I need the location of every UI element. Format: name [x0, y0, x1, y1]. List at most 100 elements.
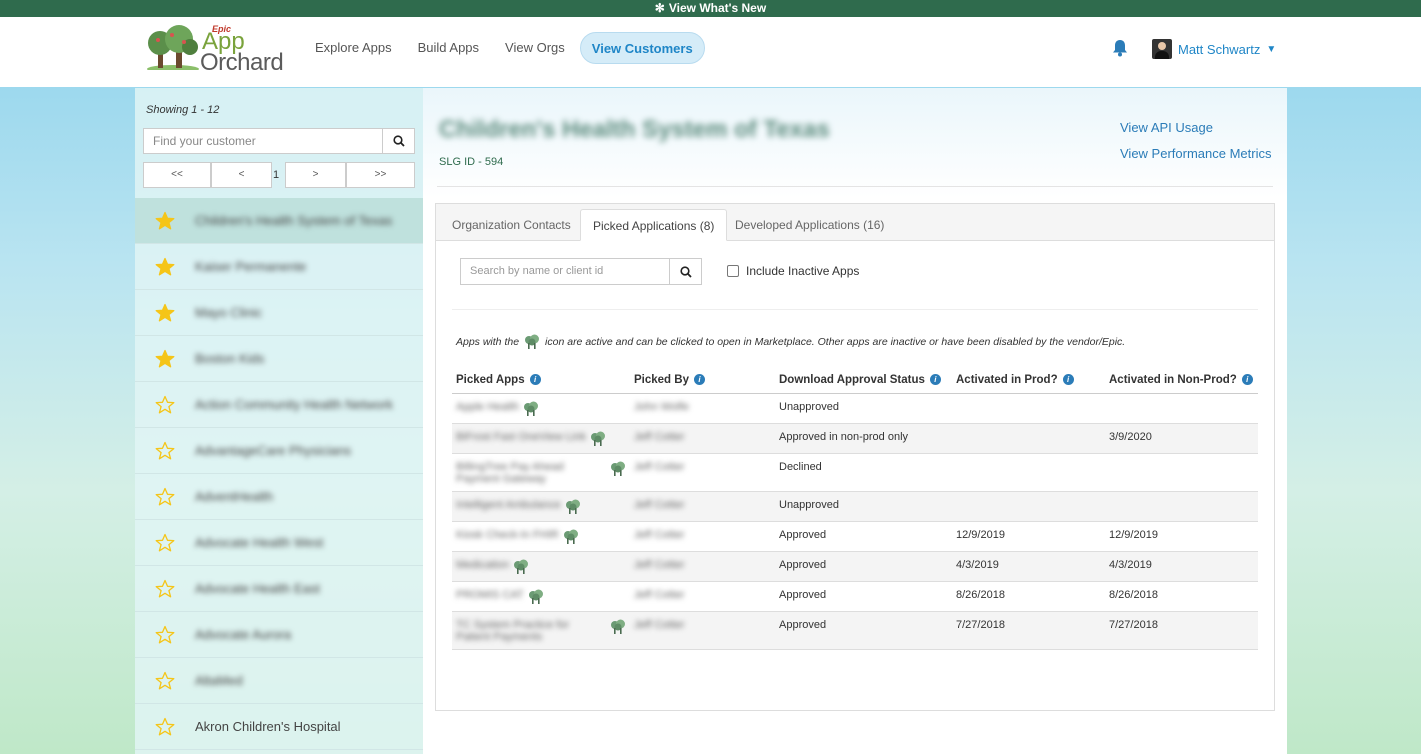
app-name[interactable]: BillingTree Pay Ahead Payment Gateway	[456, 461, 606, 485]
activated-prod-cell	[952, 423, 1105, 454]
picked-app-cell[interactable]: Medication	[452, 551, 630, 582]
active-tree-icon[interactable]	[523, 401, 539, 417]
nav-build-apps[interactable]: Build Apps	[407, 32, 490, 64]
app-name[interactable]: Apple Health	[456, 401, 519, 413]
star-outline-icon[interactable]	[155, 395, 175, 415]
column-picked-by[interactable]: Picked By i	[630, 367, 775, 394]
approval-status-cell: Unapproved	[775, 491, 952, 522]
app-search-input[interactable]: Search by name or client id	[460, 258, 670, 285]
picked-app-cell[interactable]: Kiosk Check-In FHIR	[452, 521, 630, 552]
divider	[452, 309, 1258, 310]
star-outline-icon[interactable]	[155, 579, 175, 599]
app-name[interactable]: Medication	[456, 559, 509, 571]
active-tree-icon[interactable]	[565, 499, 581, 515]
star-filled-icon[interactable]	[155, 257, 175, 277]
star-filled-icon[interactable]	[155, 211, 175, 231]
app-search-button[interactable]	[670, 258, 702, 285]
info-icon[interactable]: i	[1241, 374, 1253, 386]
app-name[interactable]: BiFrost Fast OneView Link	[456, 431, 586, 443]
picked-by-name: Jeff Cotter	[634, 558, 685, 571]
customer-list-item[interactable]: Advocate Health West	[135, 520, 423, 566]
customer-list-item[interactable]: Kaiser Permanente	[135, 244, 423, 290]
view-performance-metrics-link[interactable]: View Performance Metrics	[1120, 146, 1271, 161]
user-menu[interactable]: Matt Schwartz ▼	[1152, 39, 1276, 59]
nav-explore-apps[interactable]: Explore Apps	[304, 32, 403, 64]
info-icon[interactable]: i	[529, 374, 541, 386]
next-page-button[interactable]: >	[285, 162, 346, 188]
star-outline-icon[interactable]	[155, 441, 175, 461]
picked-app-cell[interactable]: BiFrost Fast OneView Link	[452, 423, 630, 454]
app-orchard-logo[interactable]: Epic App Orchard	[146, 23, 286, 75]
first-page-button[interactable]: <<	[143, 162, 211, 188]
picked-app-cell[interactable]: PROMIS CAT	[452, 581, 630, 612]
customer-list-item[interactable]: Advocate Aurora	[135, 612, 423, 658]
customer-name: Advocate Health West	[195, 535, 324, 550]
customer-list-item[interactable]: Boston Kids	[135, 336, 423, 382]
customer-list-item[interactable]: Mayo Clinic	[135, 290, 423, 336]
active-tree-icon[interactable]	[513, 559, 529, 575]
star-outline-icon[interactable]	[155, 487, 175, 507]
customer-list-item[interactable]: Akron Children's Hospital	[135, 704, 423, 750]
customer-list-item[interactable]: Children's Health System of Texas	[135, 198, 423, 244]
star-outline-icon[interactable]	[155, 671, 175, 691]
info-icon[interactable]: i	[1062, 374, 1074, 386]
column-download-approval-status[interactable]: Download Approval Status i	[775, 367, 952, 394]
tab-picked-applications[interactable]: Picked Applications (8)	[580, 209, 728, 241]
customer-list-item[interactable]: AdventHealth	[135, 474, 423, 520]
include-inactive-checkbox[interactable]: Include Inactive Apps	[727, 264, 859, 278]
star-outline-icon[interactable]	[155, 717, 175, 737]
active-tree-icon[interactable]	[590, 431, 606, 447]
active-tree-icon[interactable]	[563, 529, 579, 545]
tab-bar: Organization Contacts Picked Application…	[436, 204, 1274, 241]
picked-by-cell: Jeff Cotter	[630, 611, 775, 650]
prev-page-button[interactable]: <	[211, 162, 272, 188]
picked-app-cell[interactable]: TC System Practice for Patient Payments	[452, 611, 630, 650]
whats-new-banner[interactable]: ✻ View What's New	[0, 0, 1421, 17]
tab-developed-applications[interactable]: Developed Applications (16)	[723, 209, 896, 241]
nav-view-customers[interactable]: View Customers	[579, 32, 705, 64]
activated-nonprod-cell: 12/9/2019	[1105, 521, 1258, 552]
table-header-row: Picked Apps i Picked By i Download Approva…	[452, 367, 1258, 394]
info-icon[interactable]: i	[693, 374, 705, 386]
star-outline-icon[interactable]	[155, 533, 175, 553]
checkbox[interactable]	[727, 265, 739, 277]
customer-list-item[interactable]: Action Community Health Network	[135, 382, 423, 428]
customer-list-item[interactable]: Advocate Health East	[135, 566, 423, 612]
customer-search-input[interactable]: Find your customer	[143, 128, 383, 154]
column-activated-nonprod[interactable]: Activated in Non-Prod? i	[1105, 367, 1258, 394]
customer-name: Advocate Health East	[195, 581, 321, 596]
app-name[interactable]: Intelligent Ambulance	[456, 499, 561, 511]
star-filled-icon[interactable]	[155, 349, 175, 369]
notification-bell-icon[interactable]	[1112, 39, 1128, 60]
customer-name: Action Community Health Network	[195, 397, 393, 412]
picked-app-cell[interactable]: Apple Health	[452, 393, 630, 424]
picked-by-cell: Jeff Cotter	[630, 491, 775, 522]
customer-list-item[interactable]: AdvantageCare Physicians	[135, 428, 423, 474]
app-name[interactable]: PROMIS CAT	[456, 589, 524, 601]
star-outline-icon[interactable]	[155, 625, 175, 645]
app-name[interactable]: TC System Practice for Patient Payments	[456, 619, 606, 643]
nav-view-orgs[interactable]: View Orgs	[494, 32, 576, 64]
activated-nonprod-cell	[1105, 453, 1258, 492]
column-picked-apps[interactable]: Picked Apps i	[452, 367, 630, 394]
picked-by-name: Jeff Cotter	[634, 588, 685, 601]
picked-app-cell[interactable]: Intelligent Ambulance	[452, 491, 630, 522]
picked-by-name: Jeff Cotter	[634, 618, 685, 631]
customer-list-item[interactable]: AltaMed	[135, 658, 423, 704]
app-search: Search by name or client id	[460, 258, 702, 285]
customer-search-button[interactable]	[383, 128, 415, 154]
last-page-button[interactable]: >>	[346, 162, 415, 188]
table-row: Apple Health John Wolfe Unapproved	[452, 393, 1258, 424]
activated-prod-cell	[952, 393, 1105, 424]
star-filled-icon[interactable]	[155, 303, 175, 323]
active-tree-icon[interactable]	[610, 461, 626, 477]
picked-app-cell[interactable]: BillingTree Pay Ahead Payment Gateway	[452, 453, 630, 492]
column-activated-prod[interactable]: Activated in Prod? i	[952, 367, 1105, 394]
tab-organization-contacts[interactable]: Organization Contacts	[440, 209, 583, 241]
app-name[interactable]: Kiosk Check-In FHIR	[456, 529, 559, 541]
view-api-usage-link[interactable]: View API Usage	[1120, 120, 1213, 135]
active-tree-icon[interactable]	[610, 619, 626, 635]
info-icon[interactable]: i	[929, 374, 941, 386]
table-row: BiFrost Fast OneView Link Jeff Cotter Appr…	[452, 423, 1258, 454]
active-tree-icon[interactable]	[528, 589, 544, 605]
